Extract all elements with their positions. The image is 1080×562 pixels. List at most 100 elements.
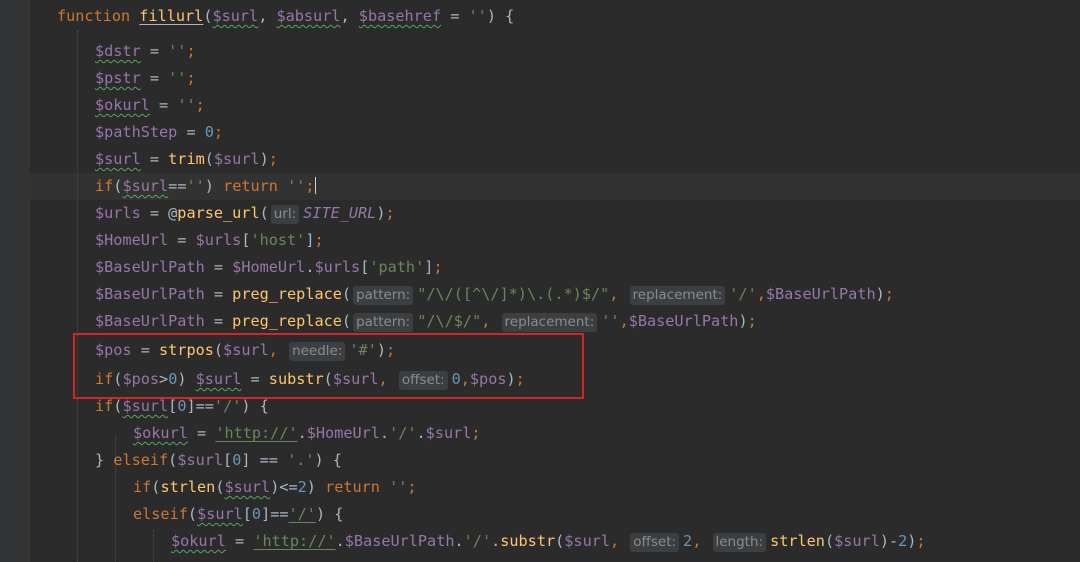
code-token: ( (341, 285, 352, 303)
code-line[interactable]: $dstr = ''; (95, 38, 196, 65)
code-token: . (454, 532, 464, 550)
code-token: $surl (95, 150, 141, 168)
code-token: $surl (195, 370, 242, 388)
code-token: ) { (486, 7, 515, 25)
code-token: > (159, 370, 169, 388)
code-token: , (258, 7, 277, 25)
code-token: , (268, 341, 288, 359)
parameter-hint: length: (712, 533, 767, 552)
code-line[interactable]: $urls = @parse_url(url: SITE_URL); (95, 200, 395, 227)
code-token: 2 (297, 478, 307, 496)
code-token: return (325, 478, 390, 496)
code-line[interactable]: $pathStep = 0; (95, 119, 223, 146)
code-token: . (297, 424, 307, 442)
code-line[interactable]: if($surl=='') return ''; (95, 173, 317, 200)
code-token: if (95, 370, 114, 388)
code-token: ; (916, 532, 926, 550)
code-line[interactable]: if(strlen($surl)<=2) return ''; (133, 474, 417, 501)
code-token: parse_url (177, 204, 260, 222)
code-token: ) { (314, 451, 342, 469)
indent-guide (153, 530, 154, 562)
code-token: $okurl (133, 424, 188, 442)
code-token: strlen (770, 532, 825, 550)
code-token: '' (601, 312, 620, 330)
code-token: ; (213, 123, 224, 141)
code-token: $okurl (171, 532, 226, 550)
code-token: = (441, 7, 469, 25)
code-token: preg_replace (232, 312, 342, 330)
code-token: ( (824, 532, 835, 550)
code-token: strlen (160, 478, 216, 496)
code-token: '/' (288, 505, 316, 523)
code-token: )<= (270, 478, 298, 496)
code-token: = (204, 312, 233, 330)
code-line[interactable]: $okurl = 'http://'.$HomeUrl.'/'.$surl; (133, 420, 481, 447)
code-token: $BaseUrlPath (628, 312, 739, 330)
code-token: ) (177, 370, 196, 388)
code-token: $surl (122, 177, 169, 195)
code-line[interactable]: if($surl[0]=='/') { (95, 393, 269, 420)
code-line[interactable]: $okurl = 'http://'.$BaseUrlPath.'/'.subs… (171, 528, 926, 555)
code-line[interactable]: $HomeUrl = $urls['host']; (95, 227, 324, 254)
code-token: 'http://' (253, 532, 336, 550)
code-token: elseif (113, 451, 169, 469)
code-line[interactable]: $pstr = ''; (95, 65, 196, 92)
code-token: ) { (315, 505, 344, 523)
code-token: ; (186, 42, 196, 60)
code-token: = @ (140, 204, 178, 222)
code-token: if (133, 478, 152, 496)
code-line[interactable]: function fillurl($surl, $absurl, $basehr… (57, 3, 514, 30)
code-line[interactable]: $okurl = ''; (95, 92, 205, 119)
code-token: SITE_URL (303, 204, 377, 222)
code-token: )- (879, 532, 899, 550)
code-token: 0 (232, 451, 242, 469)
code-editor[interactable]: function fillurl($surl, $absurl, $basehr… (0, 0, 1080, 562)
code-token: [ (223, 451, 233, 469)
parameter-hint: replacement: (629, 286, 726, 305)
code-line[interactable]: } elseif($surl[0] == '.') { (95, 447, 342, 474)
code-line[interactable]: $surl = trim($surl); (95, 146, 278, 173)
code-token: , (378, 370, 397, 388)
code-token: . (491, 532, 501, 550)
code-token: = (177, 123, 205, 141)
code-token: 'path' (369, 258, 425, 276)
code-token: '/' (389, 424, 417, 442)
code-token: '' (168, 69, 187, 87)
code-token: $surl (332, 370, 379, 388)
code-token: , (756, 285, 766, 303)
code-token: ] == (241, 451, 288, 469)
code-token: ) (259, 150, 269, 168)
code-token: = (241, 370, 269, 388)
code-token: = (149, 96, 178, 114)
code-token: . (379, 424, 390, 442)
parameter-hint: pattern: (353, 313, 414, 332)
code-token: ) (738, 312, 748, 330)
code-line[interactable]: $BaseUrlPath = $HomeUrl.$urls['path']; (95, 254, 443, 281)
code-token: = (140, 42, 169, 60)
code-token: ( (213, 341, 224, 359)
code-token: } (95, 451, 114, 469)
code-line[interactable]: $BaseUrlPath = preg_replace(pattern: "/\/… (95, 281, 894, 308)
code-line[interactable]: $BaseUrlPath = preg_replace(pattern: "/\/… (95, 308, 757, 335)
code-token: 0 (204, 123, 214, 141)
code-line[interactable]: if($pos>0) $surl = substr($surl, offset:… (95, 366, 525, 393)
code-token: , (481, 312, 500, 330)
code-token: ( (204, 150, 214, 168)
code-token: $pos (469, 370, 507, 388)
code-token: ; (884, 285, 894, 303)
code-token: $surl (213, 150, 260, 168)
code-token: , (609, 285, 628, 303)
parameter-hint: replacement: (501, 313, 598, 332)
code-line[interactable]: $pos = strpos($surl, needle: '#'); (95, 337, 395, 364)
code-token: ; (407, 478, 417, 496)
code-token: ) (204, 177, 224, 195)
parameter-hint: pattern: (353, 286, 414, 305)
code-token: "/\/([^\/]*)\.(.*)$/" (417, 285, 610, 303)
code-token: ( (187, 505, 198, 523)
code-token: ; (195, 96, 205, 114)
code-token: '' (186, 177, 205, 195)
text-caret (314, 177, 317, 194)
code-token: ; (386, 341, 396, 359)
code-token: $urls (195, 231, 242, 249)
code-line[interactable]: elseif($surl[0]=='/') { (133, 501, 343, 528)
